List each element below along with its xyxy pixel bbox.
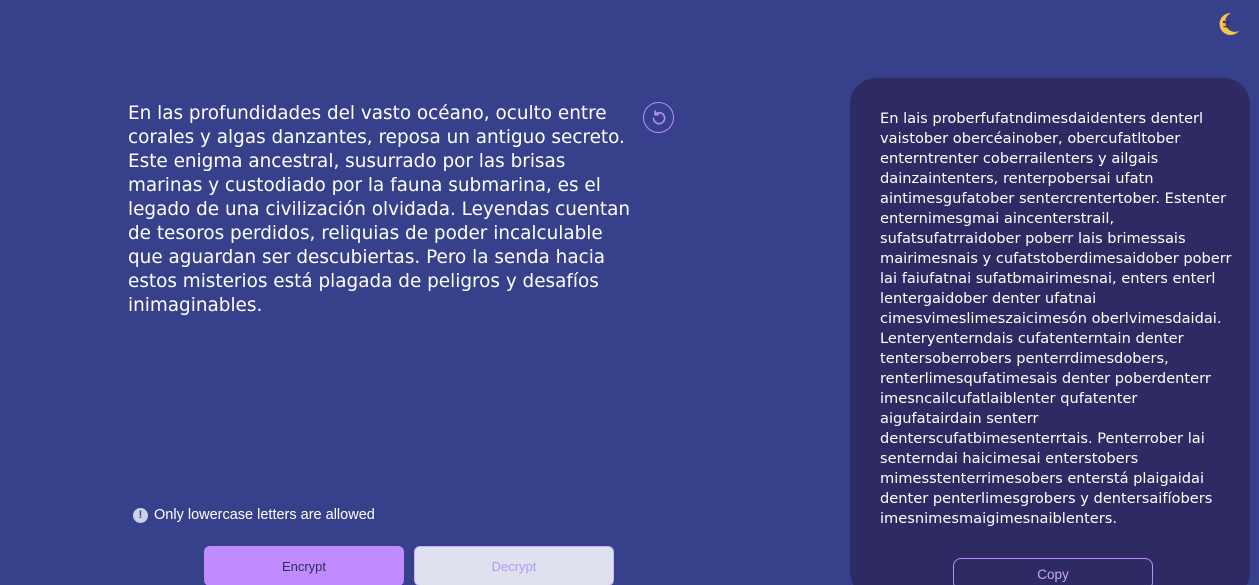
reset-icon [652, 109, 665, 124]
moon-icon[interactable] [1214, 10, 1242, 38]
ciphertext-output: En lais proberfufatndimesdaidenters dent… [880, 110, 1232, 527]
copy-button[interactable]: Copy [953, 558, 1153, 585]
warning-text: Only lowercase letters are allowed [154, 507, 375, 523]
validation-warning: ! Only lowercase letters are allowed [133, 507, 375, 523]
info-icon: ! [133, 507, 148, 523]
output-panel: En lais proberfufatndimesdaidenters dent… [850, 78, 1250, 585]
plaintext-input[interactable]: En las profundidades del vasto océano, o… [128, 102, 636, 332]
cipher-app: En las profundidades del vasto océano, o… [0, 0, 1259, 585]
encrypt-button[interactable]: Encrypt [204, 546, 404, 585]
reset-button[interactable] [643, 102, 674, 133]
decrypt-button[interactable]: Decrypt [414, 546, 614, 585]
